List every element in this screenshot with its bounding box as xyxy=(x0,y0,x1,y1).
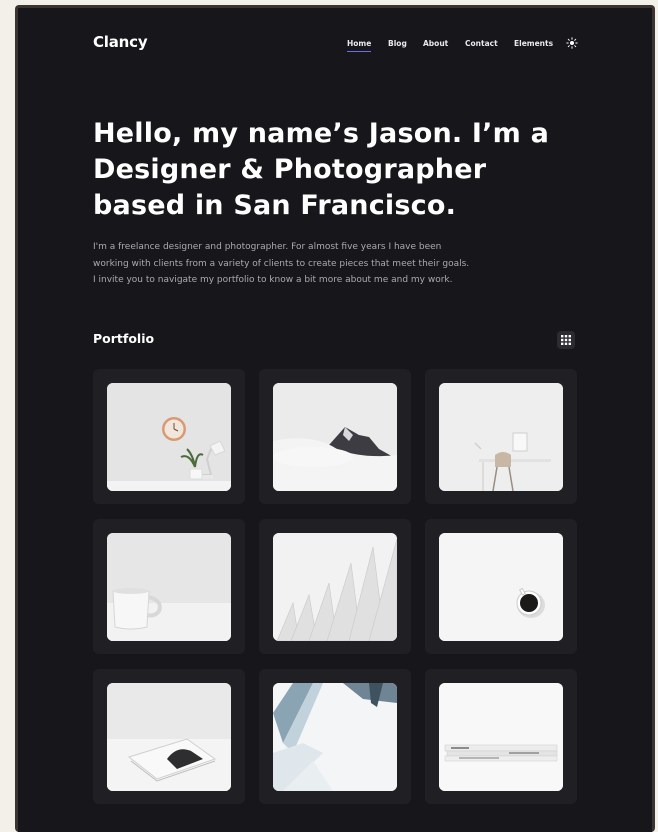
nav-item-about[interactable]: About xyxy=(423,39,448,48)
portfolio-card[interactable] xyxy=(259,669,411,804)
theme-toggle-button[interactable] xyxy=(566,37,578,49)
portfolio-card[interactable] xyxy=(259,369,411,504)
hero-description-line: I'm a freelance designer and photographe… xyxy=(93,242,442,252)
hero-title: Hello, my name’s Jason. I’m a Designer &… xyxy=(93,116,549,224)
hero-description: I'm a freelance designer and photographe… xyxy=(93,239,523,289)
skyscraper-photo xyxy=(273,683,397,791)
portfolio-card[interactable] xyxy=(425,369,577,504)
hero-title-line: Hello, my name’s Jason. I’m a xyxy=(93,118,549,149)
hero-title-line: Designer & Photographer xyxy=(93,154,487,185)
hero-title-line: based in San Francisco. xyxy=(93,190,457,221)
grid-icon xyxy=(561,335,571,345)
hero-description-line: working with clients from a variety of c… xyxy=(93,258,470,269)
portfolio-card[interactable] xyxy=(93,669,245,804)
main-nav: Home Blog About Contact Elements xyxy=(18,39,652,55)
white-fins-architecture-photo xyxy=(273,533,397,641)
coffee-cup-photo xyxy=(439,533,563,641)
wall-clock-lamp-photo xyxy=(107,383,231,491)
portfolio-title: Portfolio xyxy=(93,331,155,346)
nav-item-elements[interactable]: Elements xyxy=(514,39,553,48)
white-mug-photo xyxy=(107,533,231,641)
nav-item-home[interactable]: Home xyxy=(347,39,372,52)
portfolio-card[interactable] xyxy=(425,669,577,804)
portfolio-card[interactable] xyxy=(425,519,577,654)
nav-item-blog[interactable]: Blog xyxy=(388,39,407,48)
portfolio-card[interactable] xyxy=(93,369,245,504)
portfolio-card[interactable] xyxy=(93,519,245,654)
nav-item-contact[interactable]: Contact xyxy=(465,39,498,48)
grid-view-button[interactable] xyxy=(557,331,575,349)
page: Clancy Home Blog About Contact Elements … xyxy=(18,8,652,832)
tablet-on-table-photo xyxy=(107,683,231,791)
magazines-photo xyxy=(439,683,563,791)
sun-icon xyxy=(566,37,578,49)
hero-description-line: I invite you to navigate my portfolio to… xyxy=(93,275,453,285)
desk-chair-photo xyxy=(439,383,563,491)
misty-mountain-photo xyxy=(273,383,397,491)
portfolio-card[interactable] xyxy=(259,519,411,654)
